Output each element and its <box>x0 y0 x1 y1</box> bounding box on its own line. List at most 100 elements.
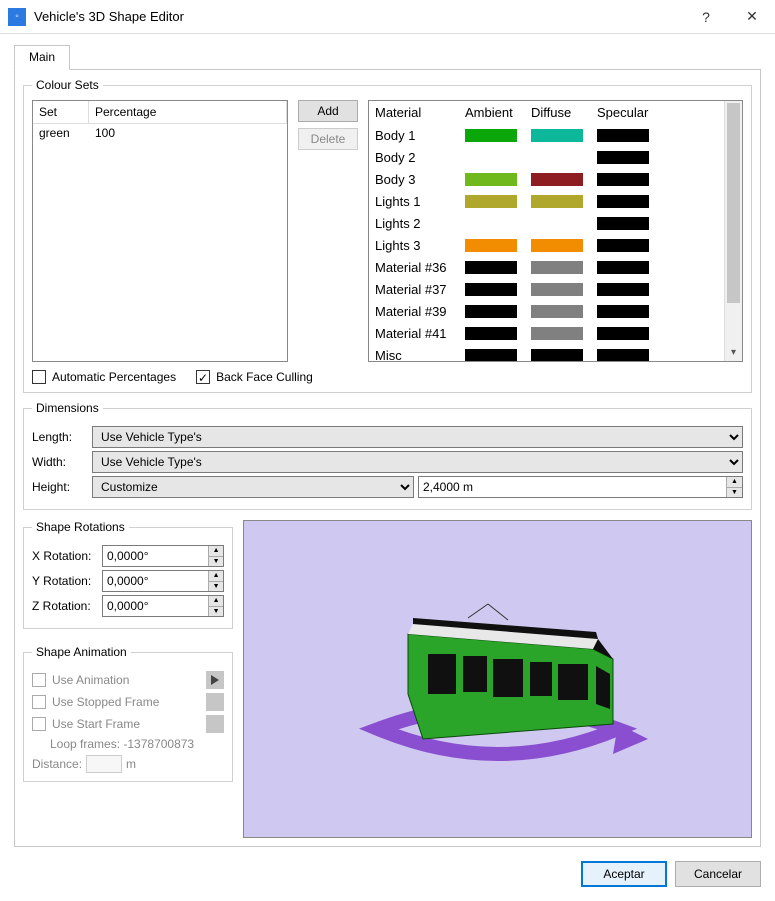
mat-header-material[interactable]: Material <box>375 105 465 120</box>
z-rotation-label: Z Rotation: <box>32 599 98 613</box>
close-button[interactable]: ✕ <box>729 0 775 34</box>
material-row[interactable]: Material #41 <box>375 322 718 344</box>
play-animation-button[interactable] <box>206 671 224 689</box>
distance-unit: m <box>126 757 136 771</box>
y-rot-down[interactable]: ▼ <box>209 582 223 592</box>
material-diffuse-swatch[interactable] <box>531 195 583 208</box>
z-rotation-spinner[interactable]: ▲▼ <box>102 595 224 617</box>
material-name: Material #37 <box>375 282 465 297</box>
z-rotation-input[interactable] <box>103 596 208 616</box>
material-ambient-swatch[interactable] <box>465 129 517 142</box>
colour-set-row[interactable]: green 100 <box>33 124 287 142</box>
material-ambient-swatch[interactable] <box>465 283 517 296</box>
material-specular-swatch[interactable] <box>597 305 649 318</box>
length-label: Length: <box>32 430 88 444</box>
ok-button[interactable]: Aceptar <box>581 861 667 887</box>
material-ambient-swatch[interactable] <box>465 327 517 340</box>
material-specular-swatch[interactable] <box>597 151 649 164</box>
material-diffuse-swatch[interactable] <box>531 173 583 186</box>
y-rotation-input[interactable] <box>103 571 208 591</box>
mat-header-ambient[interactable]: Ambient <box>465 105 531 120</box>
material-row[interactable]: Misc <box>375 344 718 361</box>
help-button[interactable]: ? <box>683 0 729 34</box>
play-icon <box>210 675 220 685</box>
height-mode-select[interactable]: Customize <box>92 476 414 498</box>
material-diffuse-swatch[interactable] <box>531 349 583 362</box>
material-specular-swatch[interactable] <box>597 173 649 186</box>
material-diffuse-swatch[interactable] <box>531 239 583 252</box>
mat-header-specular[interactable]: Specular <box>597 105 663 120</box>
length-select[interactable]: Use Vehicle Type's <box>92 426 743 448</box>
material-diffuse-swatch[interactable] <box>531 283 583 296</box>
z-rot-down[interactable]: ▼ <box>209 607 223 617</box>
y-rotation-spinner[interactable]: ▲▼ <box>102 570 224 592</box>
y-rot-up[interactable]: ▲ <box>209 571 223 582</box>
material-specular-swatch[interactable] <box>597 129 649 142</box>
start-frame-indicator <box>206 715 224 733</box>
tab-main[interactable]: Main <box>14 45 70 70</box>
materials-table[interactable]: Material Ambient Diffuse Specular Body 1… <box>368 100 743 362</box>
colour-sets-group: Colour Sets Set Percentage green 100 <box>23 78 752 393</box>
material-row[interactable]: Lights 3 <box>375 234 718 256</box>
width-select[interactable]: Use Vehicle Type's <box>92 451 743 473</box>
material-name: Lights 2 <box>375 216 465 231</box>
material-specular-swatch[interactable] <box>597 239 649 252</box>
material-diffuse-swatch[interactable] <box>531 129 583 142</box>
material-row[interactable]: Lights 2 <box>375 212 718 234</box>
x-rotation-input[interactable] <box>103 546 208 566</box>
material-name: Body 2 <box>375 150 465 165</box>
use-start-frame-checkbox[interactable]: Use Start Frame <box>32 717 140 731</box>
material-ambient-swatch[interactable] <box>465 239 517 252</box>
use-stopped-frame-checkbox[interactable]: Use Stopped Frame <box>32 695 159 709</box>
material-row[interactable]: Material #36 <box>375 256 718 278</box>
colset-header-percentage[interactable]: Percentage <box>89 101 287 123</box>
cancel-button[interactable]: Cancelar <box>675 861 761 887</box>
material-row[interactable]: Material #37 <box>375 278 718 300</box>
material-ambient-swatch[interactable] <box>465 261 517 274</box>
height-spin-up[interactable]: ▲ <box>727 477 742 488</box>
use-animation-checkbox[interactable]: Use Animation <box>32 673 129 687</box>
material-row[interactable]: Body 2 <box>375 146 718 168</box>
x-rot-down[interactable]: ▼ <box>209 557 223 567</box>
material-specular-swatch[interactable] <box>597 283 649 296</box>
material-diffuse-swatch[interactable] <box>531 261 583 274</box>
mat-header-diffuse[interactable]: Diffuse <box>531 105 597 120</box>
add-colour-set-button[interactable]: Add <box>298 100 358 122</box>
material-specular-swatch[interactable] <box>597 327 649 340</box>
material-row[interactable]: Body 1 <box>375 124 718 146</box>
x-rot-up[interactable]: ▲ <box>209 546 223 557</box>
material-ambient-swatch[interactable] <box>465 173 517 186</box>
material-diffuse-swatch[interactable] <box>531 305 583 318</box>
material-name: Material #39 <box>375 304 465 319</box>
height-spinner[interactable]: ▲ ▼ <box>418 476 743 498</box>
colour-sets-table[interactable]: Set Percentage green 100 <box>32 100 288 362</box>
width-label: Width: <box>32 455 88 469</box>
material-ambient-swatch[interactable] <box>465 349 517 362</box>
material-row[interactable]: Lights 1 <box>375 190 718 212</box>
back-face-culling-checkbox[interactable]: ✓ Back Face Culling <box>196 370 313 384</box>
material-specular-swatch[interactable] <box>597 261 649 274</box>
material-diffuse-swatch[interactable] <box>531 327 583 340</box>
materials-scrollbar[interactable]: ▾ <box>724 101 742 361</box>
scrollbar-thumb[interactable] <box>727 103 740 303</box>
material-ambient-swatch[interactable] <box>465 195 517 208</box>
height-spin-down[interactable]: ▼ <box>727 488 742 498</box>
x-rotation-spinner[interactable]: ▲▼ <box>102 545 224 567</box>
material-row[interactable]: Body 3 <box>375 168 718 190</box>
y-rotation-label: Y Rotation: <box>32 574 98 588</box>
use-animation-label: Use Animation <box>52 673 129 687</box>
scrollbar-down-icon[interactable]: ▾ <box>725 343 742 361</box>
colset-header-set[interactable]: Set <box>33 101 89 123</box>
material-specular-swatch[interactable] <box>597 217 649 230</box>
z-rot-up[interactable]: ▲ <box>209 596 223 607</box>
loop-frames-info: Loop frames: -1378700873 <box>50 737 224 751</box>
use-stopped-frame-label: Use Stopped Frame <box>52 695 159 709</box>
material-specular-swatch[interactable] <box>597 349 649 362</box>
material-specular-swatch[interactable] <box>597 195 649 208</box>
automatic-percentages-checkbox[interactable]: ✓ Automatic Percentages <box>32 370 176 384</box>
preview-viewport[interactable] <box>243 520 752 838</box>
material-row[interactable]: Material #39 <box>375 300 718 322</box>
delete-colour-set-button[interactable]: Delete <box>298 128 358 150</box>
height-input[interactable] <box>419 477 726 497</box>
material-ambient-swatch[interactable] <box>465 305 517 318</box>
